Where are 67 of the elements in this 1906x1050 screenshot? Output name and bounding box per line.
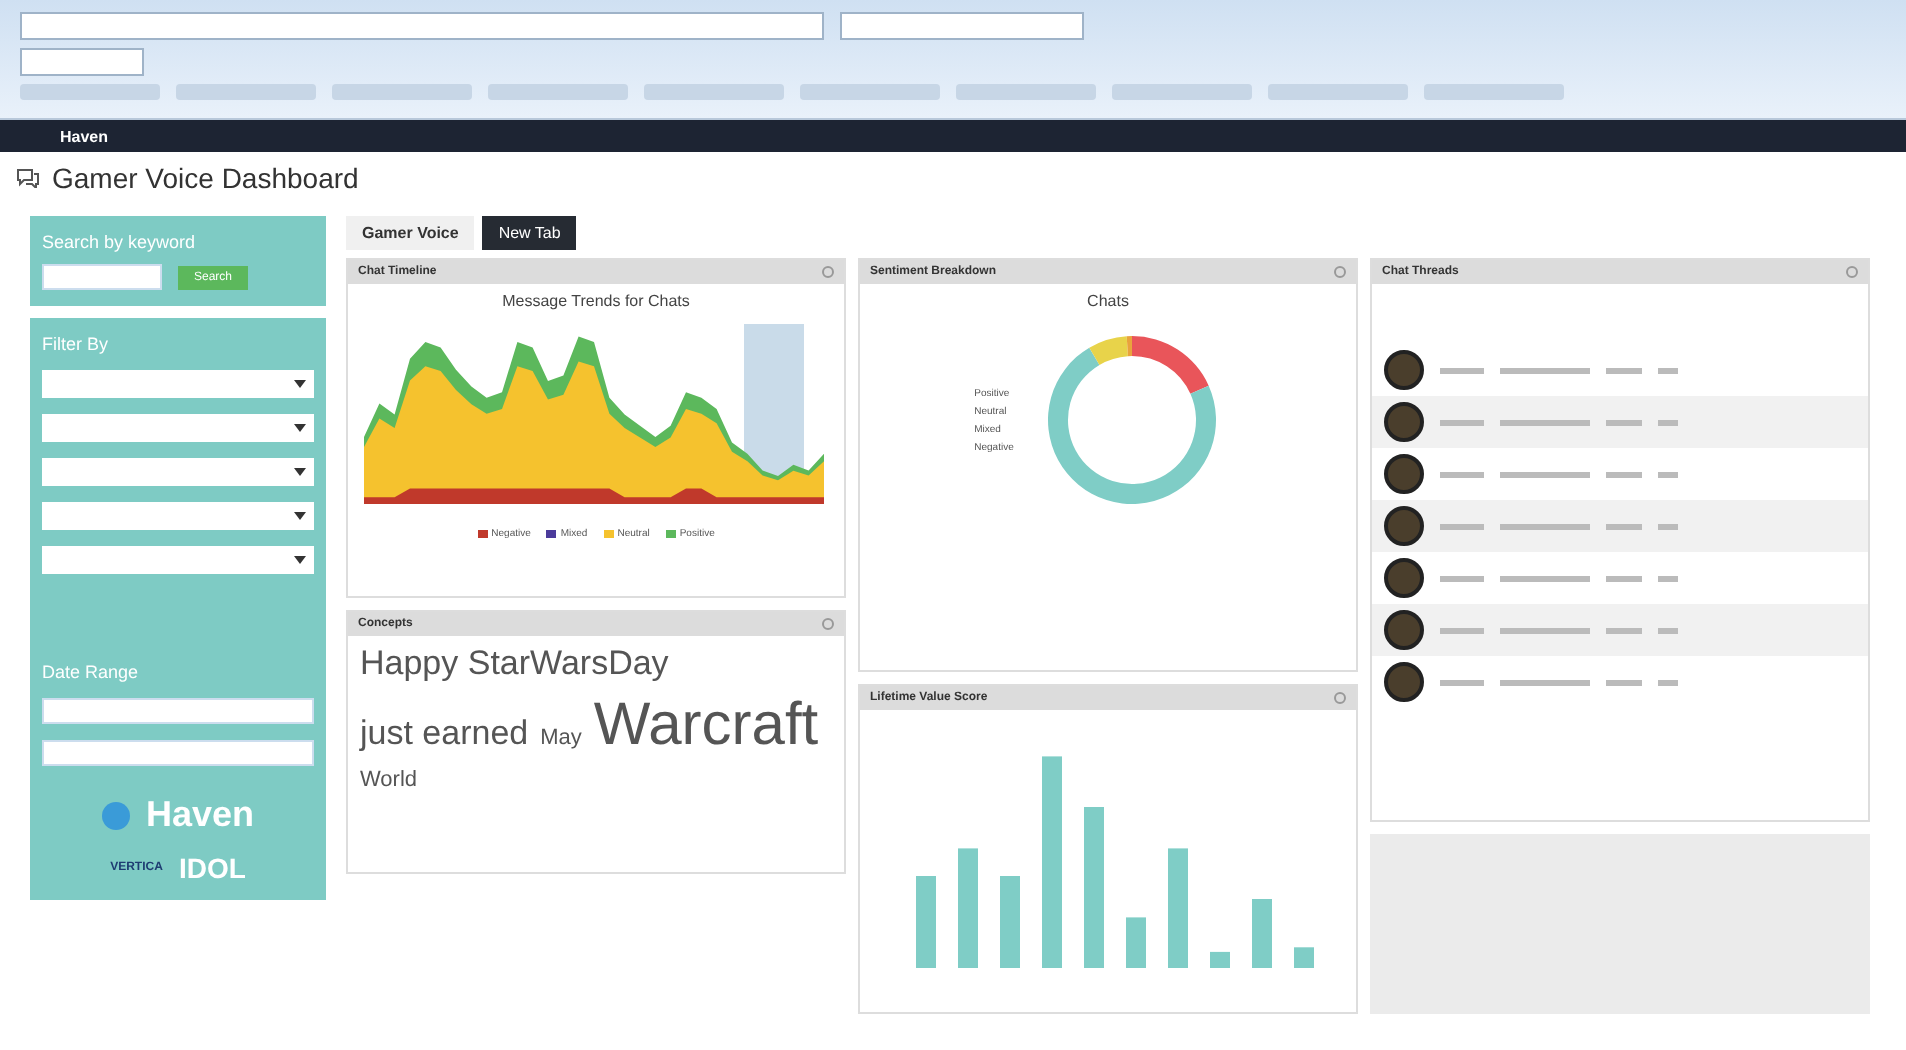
thread-row[interactable] bbox=[1372, 396, 1868, 448]
cloud-word[interactable]: May bbox=[540, 726, 582, 750]
bookmark-item[interactable] bbox=[1268, 84, 1408, 100]
chart-title: Chats bbox=[1085, 292, 1131, 310]
caret-icon bbox=[294, 380, 306, 388]
menu-bar[interactable] bbox=[20, 48, 144, 76]
bar bbox=[1000, 876, 1020, 968]
filter-dropdown[interactable] bbox=[42, 546, 314, 574]
tab[interactable]: New Tab bbox=[482, 216, 577, 250]
logo-text: IDOL bbox=[178, 852, 246, 884]
avatar bbox=[1384, 506, 1424, 546]
bookmark-item[interactable] bbox=[20, 84, 160, 100]
address-bar[interactable] bbox=[20, 12, 824, 40]
bookmark-item[interactable] bbox=[488, 84, 628, 100]
caret-icon bbox=[294, 556, 306, 564]
cloud-word[interactable]: just earned bbox=[360, 714, 529, 754]
bookmark-item[interactable] bbox=[644, 84, 784, 100]
caret-icon bbox=[294, 424, 306, 432]
date-range-label: Date Range bbox=[42, 662, 141, 682]
bar bbox=[1294, 947, 1314, 968]
search-field[interactable] bbox=[42, 264, 162, 290]
chat-bubbles-icon bbox=[16, 168, 40, 188]
bar bbox=[916, 876, 936, 968]
caret-icon bbox=[294, 512, 306, 520]
tab[interactable]: Gamer Voice bbox=[346, 216, 475, 250]
filter-label: Filter By bbox=[42, 334, 111, 354]
search-label: Search by keyword bbox=[42, 232, 198, 252]
avatar bbox=[1384, 662, 1424, 702]
bar bbox=[1168, 848, 1188, 968]
bookmark-item[interactable] bbox=[1424, 84, 1564, 100]
chart-title: Message Trends for Chats bbox=[500, 292, 692, 310]
avatar bbox=[1384, 402, 1424, 442]
page-title: Gamer Voice Dashboard bbox=[52, 162, 359, 194]
bar bbox=[1126, 917, 1146, 968]
cloud-word[interactable]: Happy StarWarsDay bbox=[360, 644, 669, 684]
bookmark-item[interactable] bbox=[332, 84, 472, 100]
circle-logo-icon bbox=[101, 801, 130, 829]
bookmark-item[interactable] bbox=[1112, 84, 1252, 100]
bookmark-item[interactable] bbox=[956, 84, 1096, 100]
thread-row[interactable] bbox=[1372, 500, 1868, 552]
end-date-field[interactable] bbox=[42, 740, 314, 766]
close-icon[interactable] bbox=[1334, 692, 1346, 704]
close-icon[interactable] bbox=[1334, 266, 1346, 278]
avatar bbox=[1384, 454, 1424, 494]
thread-row[interactable] bbox=[1372, 604, 1868, 656]
bar bbox=[1252, 899, 1272, 968]
cloud-word[interactable]: World bbox=[360, 768, 418, 792]
cloud-word[interactable]: Warcraft bbox=[593, 692, 819, 760]
brand-name[interactable]: Haven bbox=[60, 127, 109, 145]
avatar bbox=[1384, 558, 1424, 598]
filter-dropdown[interactable] bbox=[42, 458, 314, 486]
avatar bbox=[1384, 350, 1424, 390]
caret-icon bbox=[294, 468, 306, 476]
filter-dropdown[interactable] bbox=[42, 370, 314, 398]
start-date-field[interactable] bbox=[42, 698, 314, 724]
close-icon[interactable] bbox=[822, 618, 834, 630]
filter-dropdown[interactable] bbox=[42, 502, 314, 530]
close-icon[interactable] bbox=[1846, 266, 1858, 278]
bookmark-item[interactable] bbox=[176, 84, 316, 100]
bar bbox=[1210, 951, 1230, 968]
tab-strip[interactable] bbox=[840, 12, 1084, 40]
close-icon[interactable] bbox=[822, 266, 834, 278]
filter-dropdown[interactable] bbox=[42, 414, 314, 442]
bar bbox=[958, 848, 978, 968]
bookmark-item[interactable] bbox=[800, 84, 940, 100]
logo-text: Haven bbox=[145, 794, 255, 836]
avatar bbox=[1384, 610, 1424, 650]
